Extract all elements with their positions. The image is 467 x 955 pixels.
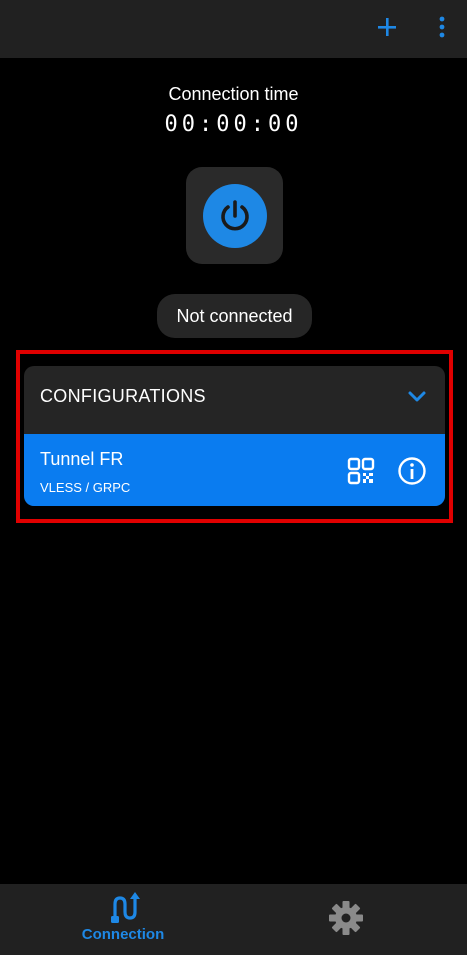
chevron-down-icon[interactable] <box>405 384 429 408</box>
power-button[interactable] <box>186 167 283 264</box>
nav-tab-settings[interactable] <box>326 898 366 938</box>
nav-connection-label: Connection <box>81 926 165 943</box>
configurations-panel: CONFIGURATIONS Tunnel FR VLESS / GRPC <box>24 366 445 506</box>
connection-route-icon <box>111 892 140 923</box>
connection-status-badge: Not connected <box>157 294 312 338</box>
gear-icon <box>329 901 363 935</box>
plus-icon <box>378 18 396 36</box>
config-protocol: VLESS / GRPC <box>40 480 131 495</box>
connection-time-label: Connection time <box>168 84 299 104</box>
connection-time-value: 00:00:00 <box>164 112 303 137</box>
info-icon[interactable] <box>396 455 428 487</box>
bottom-navigation: Connection <box>0 884 467 955</box>
power-button-circle <box>202 183 267 248</box>
add-config-button[interactable] <box>372 12 402 42</box>
app-screen: Connection time 00:00:00 Not connected C… <box>0 0 467 955</box>
configurations-header[interactable]: CONFIGURATIONS <box>24 366 445 426</box>
config-name: Tunnel FR <box>40 449 124 469</box>
configurations-title: CONFIGURATIONS <box>40 385 206 406</box>
qr-code-icon[interactable] <box>346 456 376 486</box>
power-icon <box>220 199 249 230</box>
config-list-item[interactable]: Tunnel FR VLESS / GRPC <box>24 434 445 506</box>
nav-tab-connection[interactable]: Connection <box>70 892 176 950</box>
top-app-bar <box>0 0 467 58</box>
more-options-button[interactable] <box>430 12 454 42</box>
more-vert-icon <box>439 16 445 38</box>
